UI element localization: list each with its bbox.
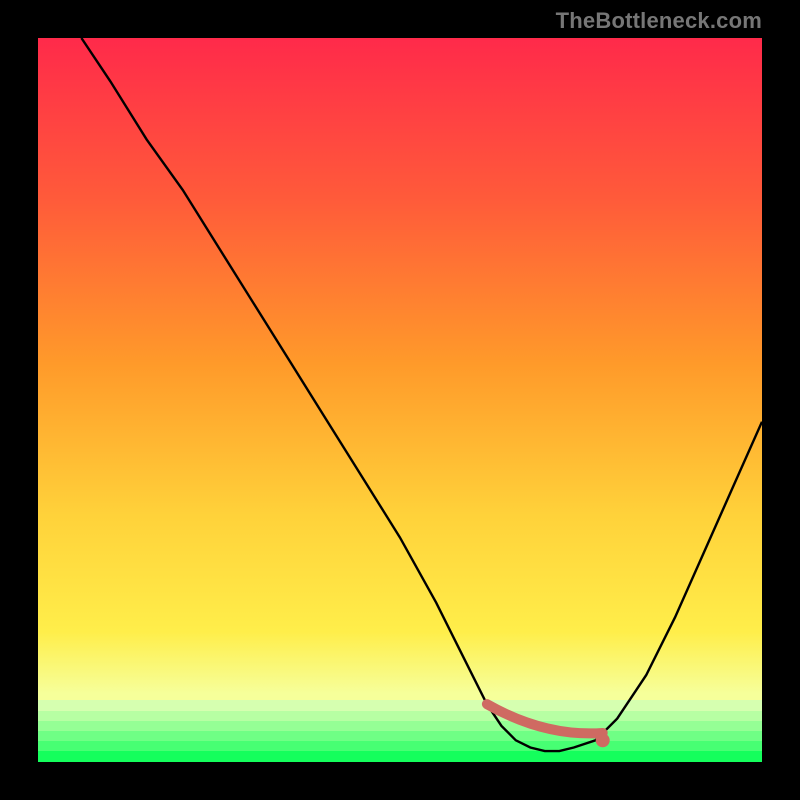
plot-area: [38, 38, 762, 762]
heat-gradient: [38, 38, 762, 762]
brand-watermark: TheBottleneck.com: [556, 8, 762, 34]
chart-stage: TheBottleneck.com: [0, 0, 800, 800]
